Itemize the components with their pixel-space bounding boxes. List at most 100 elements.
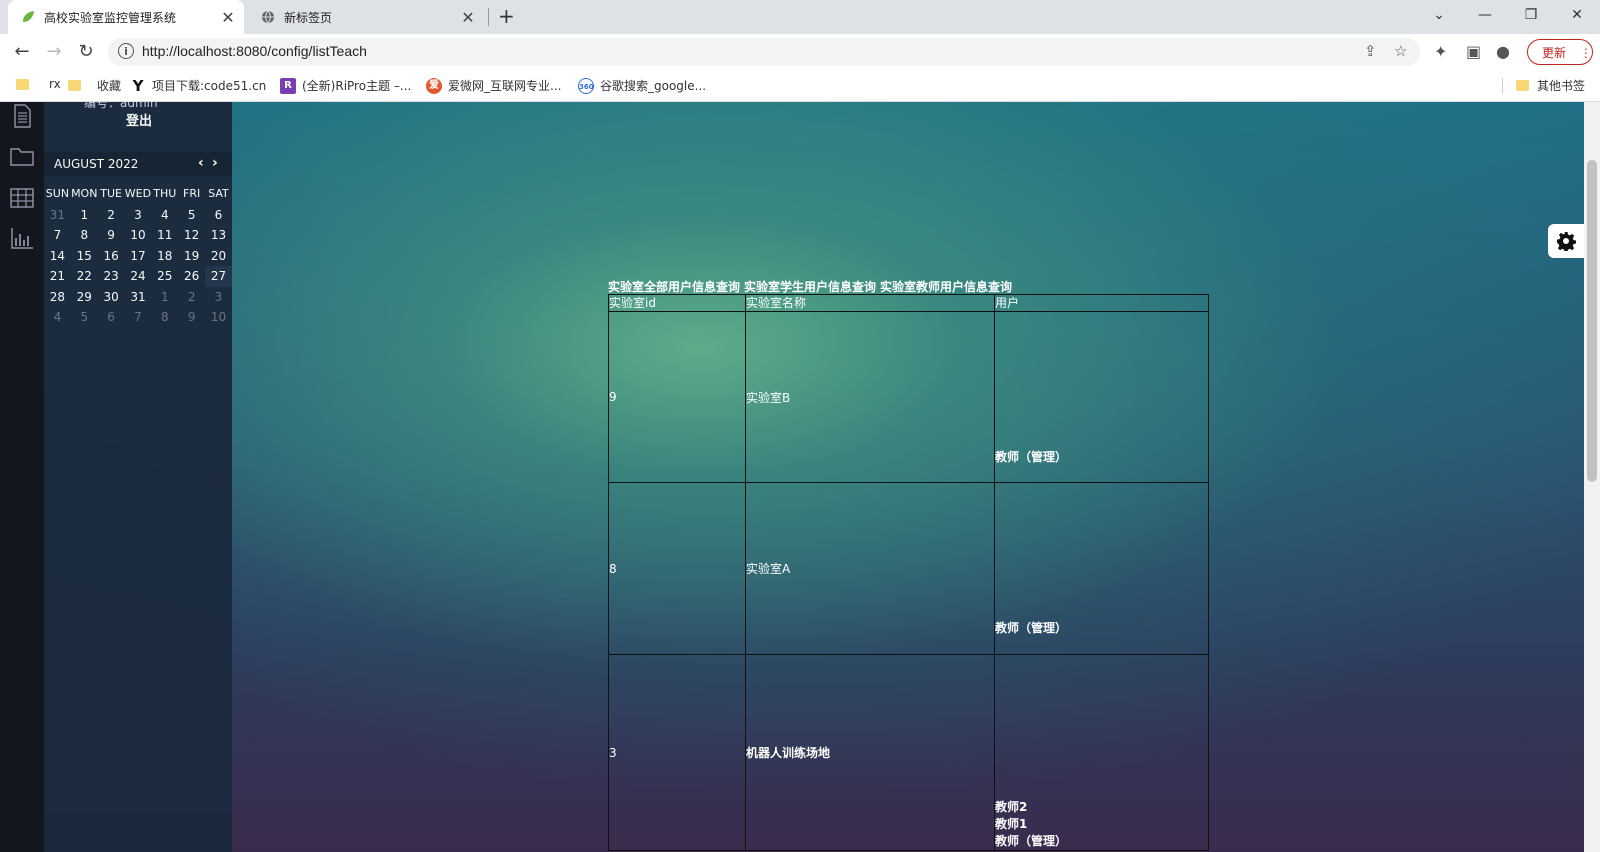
calendar-day[interactable]: 16 [98,246,125,267]
logout-link[interactable]: 登出 [126,110,152,129]
scrollbar-thumb[interactable] [1587,160,1597,482]
calendar-day[interactable]: 2 [98,205,125,226]
calendar-day[interactable]: 20 [205,246,232,267]
y-logo-icon: Y [132,76,144,95]
calendar-day[interactable]: 5 [178,205,205,226]
calendar-weeks: 31 1 2 3 4 5 6 7 8 9 10 11 12 13 14 15 16 17 18 19 20 21 22 23 2… [44,205,232,328]
tab-bar: 高校实验室监控管理系统 ✕ 新标签页 ✕ + ⌄ — ❐ ✕ [0,0,1600,34]
url-text[interactable]: http://localhost:8080/config/listTeach [142,43,367,59]
calendar-day[interactable]: 8 [71,225,98,246]
calendar-day[interactable]: 10 [205,307,232,328]
new-tab-icon[interactable]: + [498,4,515,28]
calendar-day[interactable]: 29 [71,287,98,308]
close-tab-icon[interactable]: ✕ [458,8,478,27]
calendar-day[interactable]: 24 [125,266,152,287]
settings-gear-button[interactable] [1548,224,1584,258]
calendar-day[interactable]: 3 [205,287,232,308]
calendar-day[interactable]: 28 [44,287,71,308]
calendar-day[interactable]: 4 [44,307,71,328]
calendar-day[interactable]: 5 [71,307,98,328]
share-icon[interactable]: ⇪ [1364,42,1377,60]
cell-lab-id: 3 [608,654,746,851]
calendar-day[interactable]: 4 [151,205,178,226]
info-icon[interactable]: i [118,43,134,59]
icon-sidebar [0,102,44,852]
lab-users-table: 实验室id 实验室名称 用户 9 实验室B 教师（管理） 8 实验室A 教师（管… [608,294,1209,851]
calendar-day[interactable]: 7 [44,225,71,246]
weekday: THU [153,187,177,200]
bookmark-item[interactable]: 360 谷歌搜索_google... [578,77,706,94]
calendar-day[interactable]: 23 [98,266,125,287]
document-icon[interactable] [10,104,34,128]
calendar-day[interactable]: 31 [44,205,71,226]
calendar-day[interactable]: 25 [151,266,178,287]
back-icon[interactable]: ← [10,40,34,64]
bookmark-item[interactable]: Y 项目下载:code51.cn [130,76,267,95]
student-users-query-link[interactable]: 实验室学生用户信息查询 [744,280,876,294]
bar-chart-icon[interactable] [10,226,34,250]
tab-title: 新标签页 [284,10,333,25]
calendar-day[interactable]: 6 [98,307,125,328]
calendar-day[interactable]: 1 [151,287,178,308]
calendar-day[interactable]: 7 [125,307,152,328]
update-button[interactable]: 更新 ⋮ [1527,39,1593,65]
bookmark-item[interactable]: rx [16,77,61,91]
cell-lab-id: 9 [608,311,746,483]
forward-icon[interactable]: → [42,40,66,64]
minimize-icon[interactable]: — [1462,0,1508,34]
tab-new[interactable]: 新标签页 ✕ [248,0,484,34]
weekday: SUN [45,187,70,200]
folder-icon [68,80,81,91]
calendar-day[interactable]: 27 [205,266,232,287]
calendar-day[interactable]: 19 [178,246,205,267]
chevron-left-icon[interactable]: ‹ [198,155,204,171]
bookmark-star-icon[interactable]: ☆ [1394,42,1407,60]
calendar-day[interactable]: 11 [151,225,178,246]
cell-users: 教师（管理） [994,311,1209,483]
bookmark-item[interactable]: R (全新)RiPro主题 –... [280,77,411,94]
calendar-day[interactable]: 12 [178,225,205,246]
user-entry: 教师1 [995,817,1028,831]
calendar-day[interactable]: 26 [178,266,205,287]
folder-icon[interactable] [10,144,34,168]
table-icon[interactable] [10,186,34,210]
calendar-day[interactable]: 8 [151,307,178,328]
calendar-day[interactable]: 15 [71,246,98,267]
calendar-day[interactable]: 2 [178,287,205,308]
calendar-day[interactable]: 31 [125,287,152,308]
extensions-icon[interactable]: ✦ [1434,42,1447,61]
calendar-day[interactable]: 3 [125,205,152,226]
tab-active[interactable]: 高校实验室监控管理系统 ✕ [8,0,244,34]
reload-icon[interactable]: ↻ [74,40,98,64]
page-scrollbar[interactable] [1584,102,1600,852]
calendar-day[interactable]: 14 [44,246,71,267]
close-tab-icon[interactable]: ✕ [218,8,238,27]
side-panel-icon[interactable]: ▣ [1466,42,1481,61]
calendar-day[interactable]: 10 [125,225,152,246]
calendar-week-row: 31 1 2 3 4 5 6 [44,205,232,226]
bookmark-divider [1502,78,1503,94]
bookmark-item[interactable]: 收藏 [68,77,121,94]
calendar-day[interactable]: 13 [205,225,232,246]
calendar-day[interactable]: 6 [205,205,232,226]
omnibox[interactable]: i http://localhost:8080/config/listTeach… [108,38,1420,66]
calendar-day[interactable]: 18 [151,246,178,267]
chevron-right-icon[interactable]: › [212,155,218,171]
calendar-day[interactable]: 9 [178,307,205,328]
calendar-day[interactable]: 21 [44,266,71,287]
calendar-day[interactable]: 1 [71,205,98,226]
column-header-id: 实验室id [608,294,746,312]
restore-icon[interactable]: ❐ [1508,0,1554,34]
calendar-day[interactable]: 9 [98,225,125,246]
tab-search-icon[interactable]: ⌄ [1416,0,1462,34]
profile-icon[interactable]: ● [1496,42,1510,61]
calendar-day[interactable]: 22 [71,266,98,287]
teacher-users-query-link[interactable]: 实验室教师用户信息查询 [880,280,1012,294]
all-users-query-link[interactable]: 实验室全部用户信息查询 [608,280,740,294]
calendar-day[interactable]: 30 [98,287,125,308]
calendar-day[interactable]: 17 [125,246,152,267]
weekday: SAT [208,187,229,200]
other-bookmarks[interactable]: 其他书签 [1516,77,1585,94]
bookmark-item[interactable]: 爱爱微网_互联网专业... [426,77,561,94]
close-window-icon[interactable]: ✕ [1554,0,1600,34]
